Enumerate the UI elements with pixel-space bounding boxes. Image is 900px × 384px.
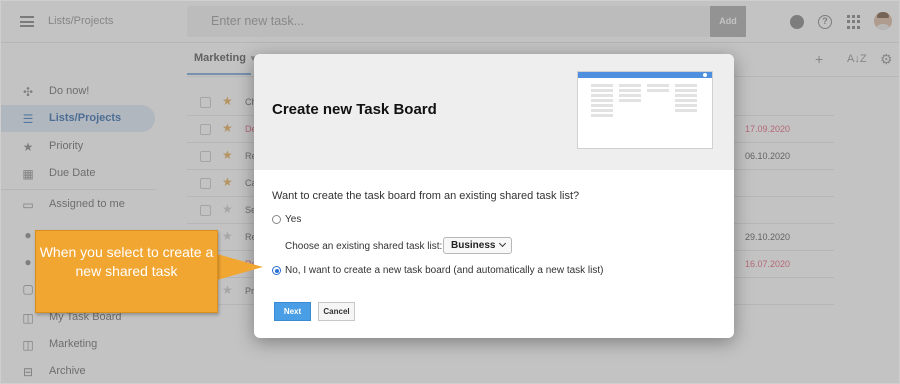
dialog-title: Create new Task Board — [272, 101, 437, 118]
next-button[interactable]: Next — [274, 302, 311, 321]
radio-new-board[interactable] — [272, 266, 281, 275]
shared-list-value: Business — [451, 240, 496, 251]
dialog-question: Want to create the task board from an ex… — [272, 190, 580, 202]
create-task-board-dialog: Create new Task Board Want to create the… — [254, 54, 734, 338]
radio-yes[interactable] — [272, 215, 281, 224]
chevron-down-icon — [498, 239, 507, 248]
callout-pointer — [217, 254, 263, 280]
shared-list-select[interactable]: Business — [443, 237, 512, 254]
app-window: Lists/Projects Enter new task... Add ? ✣… — [0, 0, 900, 384]
choose-list-label: Choose an existing shared task list: — [285, 241, 443, 252]
option-new-board-label[interactable]: No, I want to create a new task board (a… — [285, 265, 604, 276]
tutorial-callout: When you select to create a new shared t… — [35, 230, 218, 313]
task-board-preview-image — [577, 71, 713, 149]
cancel-button[interactable]: Cancel — [318, 302, 355, 321]
dialog-header: Create new Task Board — [254, 54, 734, 170]
option-yes-label[interactable]: Yes — [285, 214, 301, 225]
